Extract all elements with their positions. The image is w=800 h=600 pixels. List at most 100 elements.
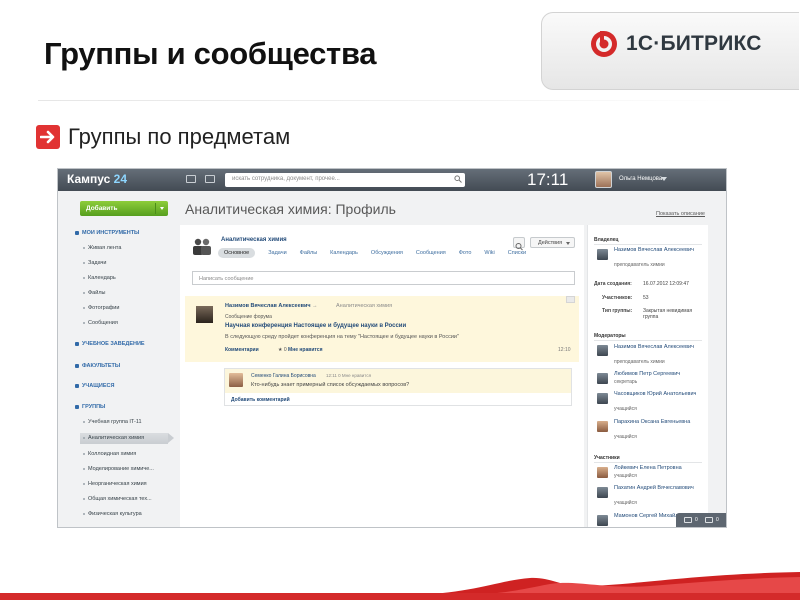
members-label: Участников: <box>602 295 633 301</box>
group-search-button[interactable] <box>513 237 525 251</box>
post-author[interactable]: Назимов Вячеслав Алексеевич → <box>225 303 318 309</box>
likes-label: Мне нравится <box>288 347 323 353</box>
nav-group-item-active[interactable]: Аналитическая химия <box>82 435 144 441</box>
chevron-down-icon[interactable] <box>160 207 164 210</box>
comment-block: Семенко Галина Борисовна 12:11 0 Мне нра… <box>224 368 572 406</box>
message-input[interactable]: Написать сообщение <box>192 271 575 285</box>
post-likes[interactable]: ★ 0 Мне нравится <box>278 347 323 353</box>
moderator-avatar[interactable] <box>597 421 608 432</box>
slide-title: Группы и сообщества <box>44 36 377 71</box>
comment-text: Кто-нибудь знает примерный список обсужд… <box>251 382 410 388</box>
user-name[interactable]: Ольга Немцова <box>619 176 662 182</box>
owner-avatar[interactable] <box>597 249 608 260</box>
nav-group-item[interactable]: Коллоидная химия <box>82 451 136 457</box>
divider <box>594 462 702 463</box>
nav-item-messages[interactable]: Сообщения <box>83 320 118 326</box>
add-button[interactable]: Добавить <box>80 201 168 216</box>
actions-button[interactable]: Действия <box>530 237 575 248</box>
show-description-link[interactable]: Показать описание <box>656 211 705 217</box>
footer-strip <box>0 593 800 600</box>
member-name[interactable]: Пахатин Андрей Вячеславович <box>614 485 704 492</box>
moderators-heading: Модераторы <box>594 333 626 339</box>
comment-meta: 12:11 0 Мне нравится <box>326 373 372 378</box>
moderator-avatar[interactable] <box>597 373 608 384</box>
quick-panel: 0 0 <box>676 513 726 527</box>
member-name[interactable]: Лойкевич Елена Петровна <box>614 465 704 472</box>
feed-post: Назимов Вячеслав Алексеевич → Аналитичес… <box>185 296 579 362</box>
page-title: Аналитическая химия: Профиль <box>185 201 396 217</box>
chat-icon[interactable] <box>684 517 692 523</box>
post-menu-icon[interactable] <box>566 296 575 303</box>
nav-section-students[interactable]: УЧАЩИЕСЯ <box>74 383 114 389</box>
nav-group-item[interactable]: Общая химическая тех... <box>83 496 152 502</box>
arrow-right-icon <box>36 125 60 149</box>
member-avatar[interactable] <box>597 467 608 478</box>
moderator-avatar[interactable] <box>597 393 608 404</box>
nav-item-files[interactable]: Файлы <box>82 290 105 296</box>
moderator-avatar[interactable] <box>597 345 608 356</box>
brand-name: Кампус <box>67 172 114 186</box>
search-icon[interactable] <box>454 175 462 183</box>
nav-item-live-feed[interactable]: Живая лента <box>82 245 121 251</box>
tab-messages[interactable]: Сообщения <box>416 250 446 256</box>
post-author-avatar[interactable] <box>196 306 213 323</box>
actions-label: Действия <box>538 240 563 246</box>
tab-photo[interactable]: Фото <box>459 250 472 256</box>
moderator-name[interactable]: Любимов Петр Сергеевич <box>614 371 704 378</box>
user-avatar[interactable] <box>595 171 612 188</box>
moderator-name[interactable]: Парахина Оксана Евгеньевна <box>614 419 704 426</box>
created-label: Дата создания: <box>594 281 632 287</box>
chevron-down-icon <box>566 242 570 245</box>
nav-group-item[interactable]: Физическая культура <box>83 511 142 517</box>
nav-section-faculties[interactable]: ФАКУЛЬТЕТЫ <box>74 363 120 369</box>
notification-count: 0 <box>716 517 719 523</box>
post-target[interactable]: Аналитическая химия <box>336 303 392 309</box>
tab-tasks[interactable]: Задачи <box>268 250 286 256</box>
bitrix-logo: 1С·БИТРИКС <box>541 12 799 90</box>
post-author-name: Назимов Вячеслав Алексеевич <box>225 303 311 309</box>
moderator-name[interactable]: Часовщиков Юрий Анатольевич <box>614 391 704 398</box>
comment-avatar[interactable] <box>229 373 243 387</box>
nav-group-item[interactable]: Неорганическая химия <box>83 481 147 487</box>
notifications-icon[interactable] <box>205 175 215 183</box>
arrow-right-icon: → <box>312 303 318 309</box>
member-avatar[interactable] <box>597 515 608 526</box>
post-title[interactable]: Научная конференция Настоящее и будущее … <box>225 323 406 329</box>
comment: Семенко Галина Борисовна 12:11 0 Мне нра… <box>225 369 571 393</box>
divider <box>594 244 702 245</box>
tab-files[interactable]: Файлы <box>300 250 317 256</box>
chat-count: 0 <box>695 517 698 523</box>
nav-group-item[interactable]: Моделирование химиче... <box>83 466 154 472</box>
owner-name[interactable]: Назимов Вячеслав Алексеевич <box>614 247 704 254</box>
nav-item-photos[interactable]: Фотографии <box>82 305 119 311</box>
slide: Группы и сообщества 1С·БИТРИКС Группы по… <box>0 0 800 600</box>
nav-item-tasks[interactable]: Задачи <box>82 260 106 266</box>
post-comments-link[interactable]: Комментарии <box>225 347 259 353</box>
nav-item-calendar[interactable]: Календарь <box>83 275 116 281</box>
comment-author[interactable]: Семенко Галина Борисовна <box>251 373 316 379</box>
members-heading: Участники <box>594 455 620 461</box>
moderator-name[interactable]: Назимов Вячеслав Алексеевич <box>614 344 704 351</box>
slide-subtitle: Группы по предметам <box>68 124 291 149</box>
notifications-icon[interactable] <box>705 517 713 523</box>
tab-wiki[interactable]: Wiki <box>484 250 494 256</box>
tab-calendar[interactable]: Календарь <box>330 250 358 256</box>
nav-group-item[interactable]: Учебная группа IT-11 <box>83 419 142 425</box>
tab-discussions[interactable]: Обсуждения <box>371 250 403 256</box>
owner-role: преподаватель химии <box>614 262 665 268</box>
add-comment-link[interactable]: Добавить комментарий <box>231 397 290 403</box>
chevron-down-icon[interactable] <box>661 177 667 181</box>
chat-icon[interactable] <box>186 175 196 183</box>
portal-brand[interactable]: Кампус 24 <box>67 172 127 186</box>
owner-heading: Владелец <box>594 237 619 243</box>
group-people-icon <box>193 238 211 255</box>
member-avatar[interactable] <box>597 487 608 498</box>
nav-section-groups[interactable]: ГРУППЫ <box>74 404 105 410</box>
group-name[interactable]: Аналитическая химия <box>221 237 287 243</box>
tab-main[interactable]: Основное <box>218 247 256 258</box>
subtitle-row: Группы по предметам <box>36 124 290 150</box>
bitrix-logo-icon <box>591 31 617 57</box>
search-input[interactable]: искать сотрудника, документ, прочее... <box>225 173 465 187</box>
nav-section-institution[interactable]: УЧЕБНОЕ ЗАВЕДЕНИЕ <box>75 341 145 347</box>
nav-section-my-tools[interactable]: МОИ ИНСТРУМЕНТЫ <box>74 230 139 236</box>
